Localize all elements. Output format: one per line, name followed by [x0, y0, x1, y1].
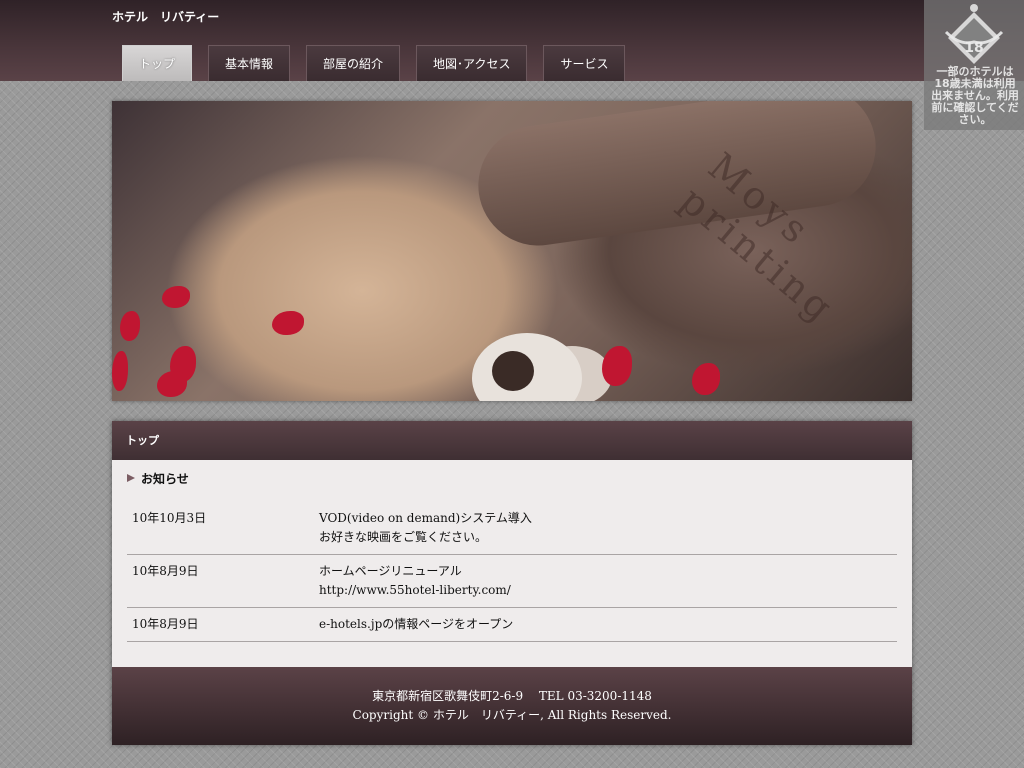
news-table: 10年10月3日 VOD(video on demand)システム導入 お好きな…	[127, 502, 897, 642]
news-text: ホームページリニューアル http://www.55hotel-liberty.…	[314, 554, 897, 608]
main-nav: トップ 基本情報 部屋の紹介 地図･アクセス サービス	[122, 45, 641, 81]
news-date: 10年8月9日	[127, 607, 314, 642]
site-footer: 東京都新宿区歌舞伎町2-6-9 TEL 03-3200-1148 Copyrig…	[112, 667, 912, 745]
table-row: 10年10月3日 VOD(video on demand)システム導入 お好きな…	[127, 502, 897, 555]
tab-map-access[interactable]: 地図･アクセス	[416, 45, 528, 81]
content-panel: トップ お知らせ 10年10月3日 VOD(video on demand)シス…	[112, 421, 912, 745]
news-date: 10年10月3日	[127, 502, 314, 555]
table-row: 10年8月9日 e-hotels.jpの情報ページをオープン	[127, 607, 897, 642]
age-18-restriction-icon: 18	[944, 4, 1004, 64]
table-row: 10年8月9日 ホームページリニューアル http://www.55hotel-…	[127, 554, 897, 608]
tab-top[interactable]: トップ	[122, 45, 193, 81]
panel-title: トップ	[112, 421, 912, 460]
site-title[interactable]: ホテル リバティー	[112, 8, 219, 25]
site-header: ホテル リバティー トップ 基本情報 部屋の紹介 地図･アクセス サービス	[0, 0, 1024, 81]
age-notice-text: 一部のホテルは18歳未満は利用出来ません。利用前に確認してください。	[931, 65, 1019, 126]
news-date: 10年8月9日	[127, 554, 314, 608]
news-heading: お知らせ	[127, 470, 897, 486]
hero-image: Moys printing	[112, 101, 912, 401]
age-restriction-notice: 18 一部のホテルは18歳未満は利用出来ません。利用前に確認してください。	[924, 0, 1024, 130]
svg-text:18: 18	[964, 40, 983, 56]
footer-copyright: Copyright © ホテル リバティー, All Rights Reserv…	[352, 708, 672, 722]
footer-address: 東京都新宿区歌舞伎町2-6-9 TEL 03-3200-1148	[372, 689, 652, 703]
tab-basic-info[interactable]: 基本情報	[208, 45, 291, 81]
news-text: VOD(video on demand)システム導入 お好きな映画をご覧ください…	[314, 502, 897, 555]
news-text: e-hotels.jpの情報ページをオープン	[314, 607, 897, 642]
tab-service[interactable]: サービス	[543, 45, 626, 81]
triangle-bullet-icon	[127, 474, 135, 482]
news-link[interactable]: http://www.55hotel-liberty.com/	[319, 581, 892, 600]
tab-rooms[interactable]: 部屋の紹介	[306, 45, 401, 81]
panel-body: お知らせ 10年10月3日 VOD(video on demand)システム導入…	[112, 460, 912, 667]
